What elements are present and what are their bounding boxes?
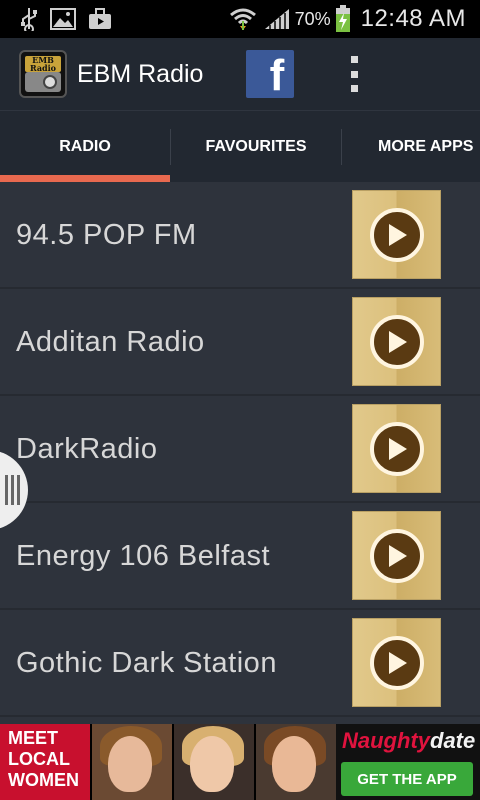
ad-cta-button[interactable]: GET THE APP bbox=[341, 762, 473, 796]
ad-banner[interactable]: MEET LOCAL WOMEN Naughtydate GET THE APP bbox=[0, 724, 480, 800]
status-bar: 70% 12:48 AM bbox=[0, 0, 480, 38]
facebook-icon: f bbox=[269, 51, 285, 98]
play-button[interactable] bbox=[352, 297, 441, 386]
app-bar: EMB Radio EBM Radio f bbox=[0, 38, 480, 110]
ad-brand-part2: date bbox=[430, 728, 476, 753]
facebook-button[interactable]: f bbox=[246, 50, 294, 98]
play-icon bbox=[369, 421, 424, 476]
play-icon bbox=[369, 207, 424, 262]
play-icon bbox=[369, 528, 424, 583]
battery-percent: 70% bbox=[294, 8, 331, 29]
tab-bar: RADIO FAVOURITES MORE APPS bbox=[0, 110, 480, 183]
play-button[interactable] bbox=[352, 618, 441, 707]
overflow-menu-button[interactable] bbox=[346, 56, 362, 92]
briefcase-icon bbox=[88, 8, 112, 30]
station-name: Additan Radio bbox=[16, 326, 205, 358]
play-button[interactable] bbox=[352, 190, 441, 279]
image-icon bbox=[50, 8, 76, 30]
station-name: 94.5 POP FM bbox=[16, 219, 197, 251]
app-logo[interactable]: EMB Radio bbox=[19, 50, 67, 98]
play-button[interactable] bbox=[352, 511, 441, 600]
tab-more-apps[interactable]: MORE APPS bbox=[342, 111, 480, 183]
ad-brand-panel: Naughtydate GET THE APP bbox=[336, 724, 480, 800]
station-row[interactable]: Energy 106 Belfast bbox=[0, 503, 480, 610]
tab-favourites[interactable]: FAVOURITES bbox=[171, 111, 341, 183]
ad-brand-part1: Naughty bbox=[342, 728, 430, 753]
ad-photo bbox=[92, 724, 172, 800]
station-row[interactable]: Gothic Dark Station bbox=[0, 610, 480, 717]
menu-dot bbox=[350, 70, 358, 78]
menu-dot bbox=[350, 85, 358, 92]
logo-text: EMB Radio bbox=[30, 55, 56, 73]
station-row[interactable]: Additan Radio bbox=[0, 289, 480, 396]
wifi-icon bbox=[229, 7, 257, 31]
signal-icon bbox=[263, 7, 291, 31]
menu-dot bbox=[350, 56, 358, 63]
station-row[interactable]: 94.5 POP FM bbox=[0, 182, 480, 289]
ad-brand: Naughtydate bbox=[342, 728, 475, 754]
app-title: EBM Radio bbox=[77, 59, 204, 88]
play-button[interactable] bbox=[352, 404, 441, 493]
ad-headline: MEET LOCAL WOMEN bbox=[0, 724, 90, 800]
tab-radio[interactable]: RADIO bbox=[0, 111, 170, 183]
station-name: Gothic Dark Station bbox=[16, 647, 277, 679]
ad-photo bbox=[256, 724, 336, 800]
battery-charging-icon bbox=[335, 5, 351, 33]
clock: 12:48 AM bbox=[360, 5, 466, 32]
grip-icon bbox=[5, 475, 20, 505]
usb-icon bbox=[20, 7, 38, 31]
station-name: Energy 106 Belfast bbox=[16, 540, 271, 572]
play-icon bbox=[369, 635, 424, 690]
station-name: DarkRadio bbox=[16, 433, 158, 465]
play-icon bbox=[369, 314, 424, 369]
station-list[interactable]: 94.5 POP FM Additan Radio DarkRadio Ener… bbox=[0, 182, 480, 724]
station-row[interactable]: DarkRadio bbox=[0, 396, 480, 503]
ad-photo bbox=[174, 724, 254, 800]
